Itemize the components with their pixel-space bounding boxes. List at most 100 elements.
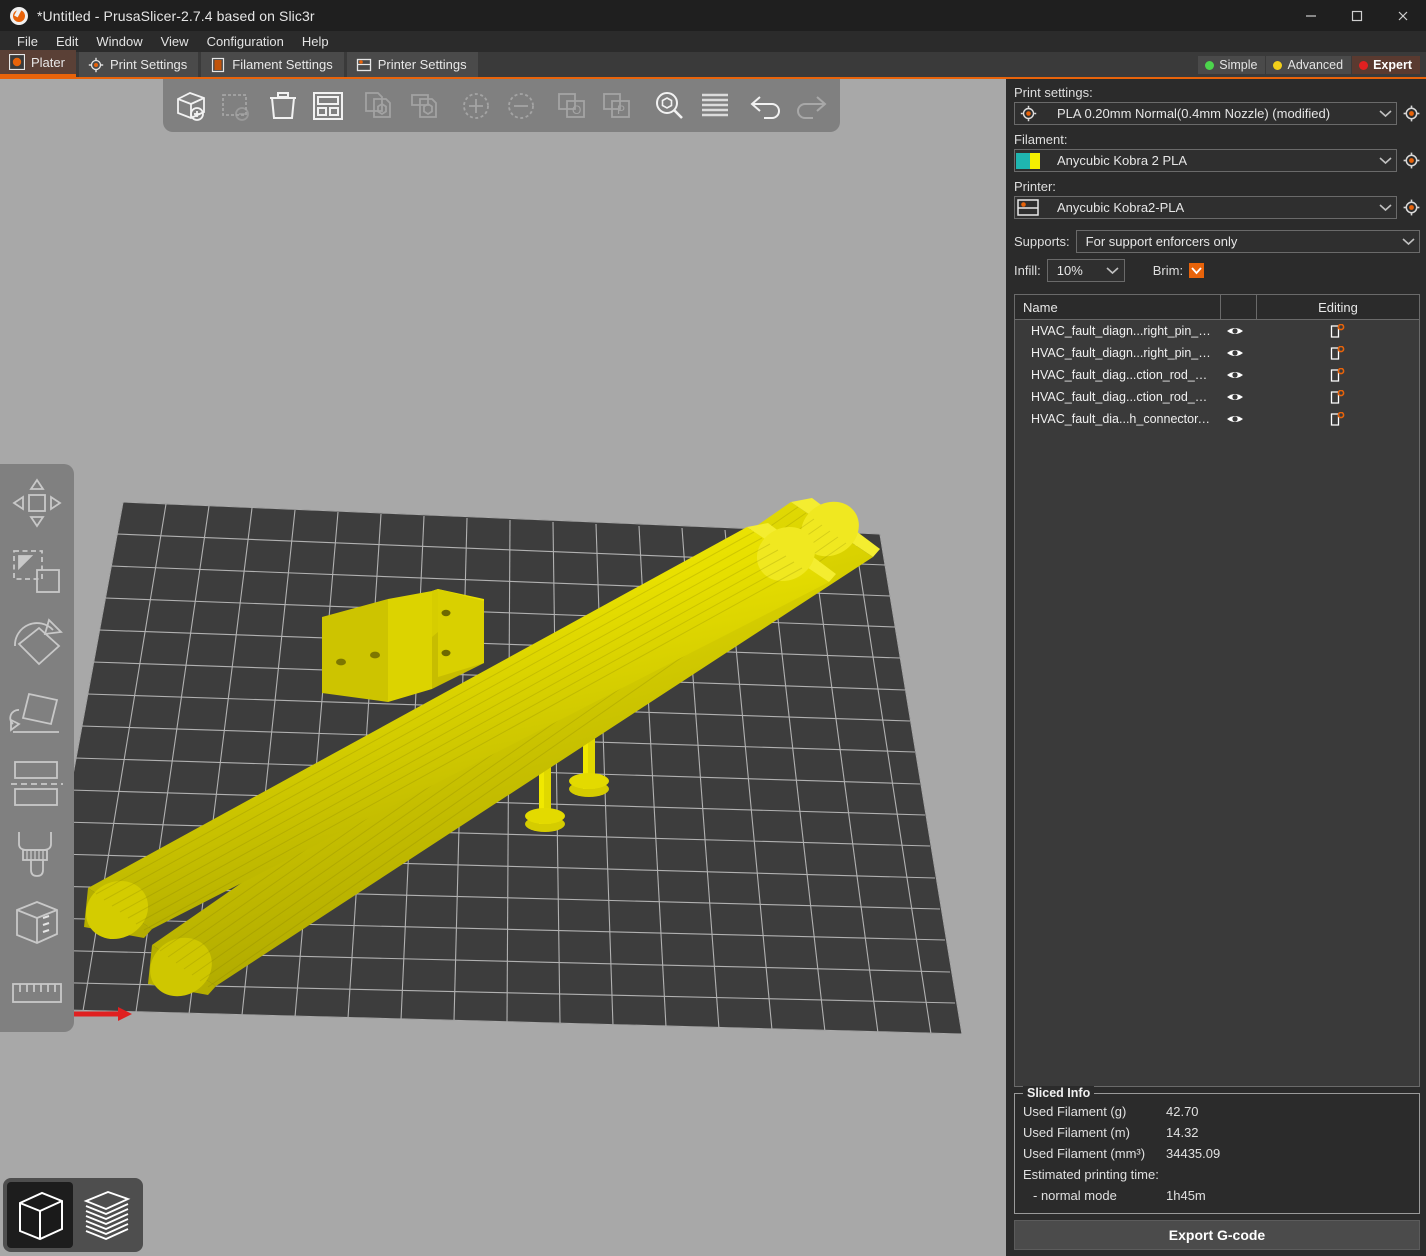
- sliced-info-panel: Sliced Info Used Filament (g) 42.70 Used…: [1014, 1086, 1420, 1214]
- sliced-info-key: Used Filament (g): [1023, 1104, 1127, 1119]
- printer-row: Anycubic Kobra2-PLA: [1014, 196, 1420, 219]
- menu-file[interactable]: File: [8, 32, 47, 51]
- menu-bar: File Edit Window View Configuration Help: [0, 31, 1426, 52]
- estimated-time-value: 1h45m: [1166, 1188, 1206, 1203]
- print-settings-icon: [88, 57, 104, 73]
- paint-support-icon[interactable]: [0, 818, 74, 888]
- 3d-viewport[interactable]: O P: [0, 79, 1006, 1256]
- variable-layer-height-icon[interactable]: [692, 83, 737, 128]
- eye-icon[interactable]: [1215, 369, 1255, 381]
- brim-checkbox[interactable]: [1189, 263, 1205, 278]
- supports-row: Supports: For support enforcers only: [1014, 230, 1420, 253]
- table-row[interactable]: HVAC_fault_diagn...right_pin_2.stl: [1015, 342, 1419, 364]
- menu-view[interactable]: View: [152, 32, 198, 51]
- printer-combo[interactable]: Anycubic Kobra2-PLA: [1014, 196, 1397, 219]
- filament-gear-icon[interactable]: [1402, 152, 1420, 170]
- plater-toolbar: O P: [163, 79, 840, 132]
- chevron-down-icon[interactable]: [1374, 203, 1396, 212]
- scale-icon[interactable]: [0, 538, 74, 608]
- remove-instance-icon: [499, 83, 544, 128]
- tab-filament-settings[interactable]: Filament Settings: [201, 52, 344, 77]
- sliced-info-row: Used Filament (g) 42.70: [1023, 1101, 1411, 1122]
- editing-icon[interactable]: [1255, 323, 1419, 339]
- rotate-icon[interactable]: [0, 608, 74, 678]
- object-list-table[interactable]: Name Editing HVAC_fault_diagn...right_pi…: [1014, 294, 1420, 1087]
- arrange-icon[interactable]: [305, 83, 350, 128]
- estimated-time-label: Estimated printing time:: [1023, 1167, 1159, 1182]
- tab-printer-settings[interactable]: Printer Settings: [346, 52, 478, 77]
- paste-icon: [402, 83, 447, 128]
- delete-all-icon[interactable]: [260, 83, 305, 128]
- tab-plater[interactable]: Plater: [0, 50, 76, 77]
- eye-icon[interactable]: [1215, 391, 1255, 403]
- filament-combo[interactable]: Anycubic Kobra 2 PLA: [1014, 149, 1397, 172]
- table-row[interactable]: HVAC_fault_diagn...right_pin_1.stl: [1015, 320, 1419, 342]
- view-switch-toolbar: [3, 1178, 143, 1252]
- cut-icon[interactable]: [0, 748, 74, 818]
- editing-icon[interactable]: [1255, 367, 1419, 383]
- print-settings-gear-icon[interactable]: [1402, 105, 1420, 123]
- preview-layers-view-icon[interactable]: [73, 1182, 139, 1248]
- measure-icon[interactable]: [0, 958, 74, 1028]
- print-settings-combo[interactable]: PLA 0.20mm Normal(0.4mm Nozzle) (modifie…: [1014, 102, 1397, 125]
- editor-3d-view-icon[interactable]: [7, 1182, 73, 1248]
- place-on-face-icon[interactable]: [0, 678, 74, 748]
- undo-icon[interactable]: [743, 83, 788, 128]
- maximize-icon[interactable]: [1334, 0, 1380, 31]
- eye-icon[interactable]: [1215, 347, 1255, 359]
- chevron-down-icon[interactable]: [1374, 109, 1396, 118]
- editing-icon[interactable]: [1255, 389, 1419, 405]
- app-logo-icon: [10, 6, 28, 25]
- close-icon[interactable]: [1380, 0, 1426, 31]
- editing-icon[interactable]: [1255, 345, 1419, 361]
- split-to-objects-icon: O: [550, 83, 595, 128]
- chevron-down-icon[interactable]: [1102, 266, 1124, 275]
- menu-configuration[interactable]: Configuration: [198, 32, 293, 51]
- mode-expert-label: Expert: [1373, 58, 1412, 72]
- menu-edit[interactable]: Edit: [47, 32, 87, 51]
- supports-combo[interactable]: For support enforcers only: [1075, 230, 1420, 253]
- print-preset-icon: [1015, 103, 1041, 124]
- menu-help[interactable]: Help: [293, 32, 338, 51]
- object-name: HVAC_fault_diag...ction_rod_2.stl: [1031, 390, 1215, 404]
- editing-icon[interactable]: [1255, 411, 1419, 427]
- export-gcode-button[interactable]: Export G-code: [1014, 1220, 1420, 1250]
- column-header-name: Name: [1015, 295, 1221, 319]
- mode-advanced-label: Advanced: [1287, 58, 1344, 72]
- add-instance-icon: [453, 83, 498, 128]
- printer-label: Printer:: [1014, 179, 1056, 194]
- move-icon[interactable]: [0, 468, 74, 538]
- object-name: HVAC_fault_diagn...right_pin_2.stl: [1031, 346, 1215, 360]
- menu-window[interactable]: Window: [87, 32, 151, 51]
- sliced-info-value: 34435.09: [1166, 1146, 1221, 1161]
- delete-selected-icon: [214, 83, 259, 128]
- printer-gear-icon[interactable]: [1402, 199, 1420, 217]
- chevron-down-icon[interactable]: [1397, 237, 1419, 246]
- mode-expert[interactable]: Expert: [1352, 56, 1420, 74]
- minimize-icon[interactable]: [1288, 0, 1334, 31]
- right-sidebar: Print settings: PLA 0.20mm Normal(0.4mm …: [1006, 79, 1426, 1256]
- print-settings-value: PLA 0.20mm Normal(0.4mm Nozzle) (modifie…: [1057, 106, 1331, 121]
- table-row[interactable]: HVAC_fault_dia...h_connector.stl: [1015, 408, 1419, 430]
- search-icon[interactable]: [646, 83, 691, 128]
- tab-print-settings[interactable]: Print Settings: [78, 52, 199, 77]
- mode-simple[interactable]: Simple: [1198, 56, 1266, 74]
- seam-painting-icon[interactable]: [0, 888, 74, 958]
- sliced-info-value: 14.32: [1166, 1125, 1199, 1140]
- eye-icon[interactable]: [1215, 325, 1255, 337]
- mode-advanced[interactable]: Advanced: [1266, 56, 1352, 74]
- filament-settings-icon: [210, 57, 226, 73]
- supports-value: For support enforcers only: [1085, 234, 1238, 249]
- print-settings-label: Print settings:: [1014, 85, 1093, 100]
- table-row[interactable]: HVAC_fault_diag...ction_rod_2.stl: [1015, 386, 1419, 408]
- sliced-info-title: Sliced Info: [1023, 1086, 1095, 1100]
- infill-combo[interactable]: 10%: [1046, 259, 1125, 282]
- infill-brim-row: Infill: 10% Brim:: [1014, 259, 1420, 282]
- supports-label: Supports:: [1014, 234, 1070, 249]
- tab-print-settings-label: Print Settings: [109, 57, 188, 72]
- table-row[interactable]: HVAC_fault_diag...ction_rod_1.stl: [1015, 364, 1419, 386]
- chevron-down-icon[interactable]: [1374, 156, 1396, 165]
- estimated-time-mode: - normal mode: [1033, 1188, 1117, 1203]
- add-icon[interactable]: [169, 83, 214, 128]
- eye-icon[interactable]: [1215, 413, 1255, 425]
